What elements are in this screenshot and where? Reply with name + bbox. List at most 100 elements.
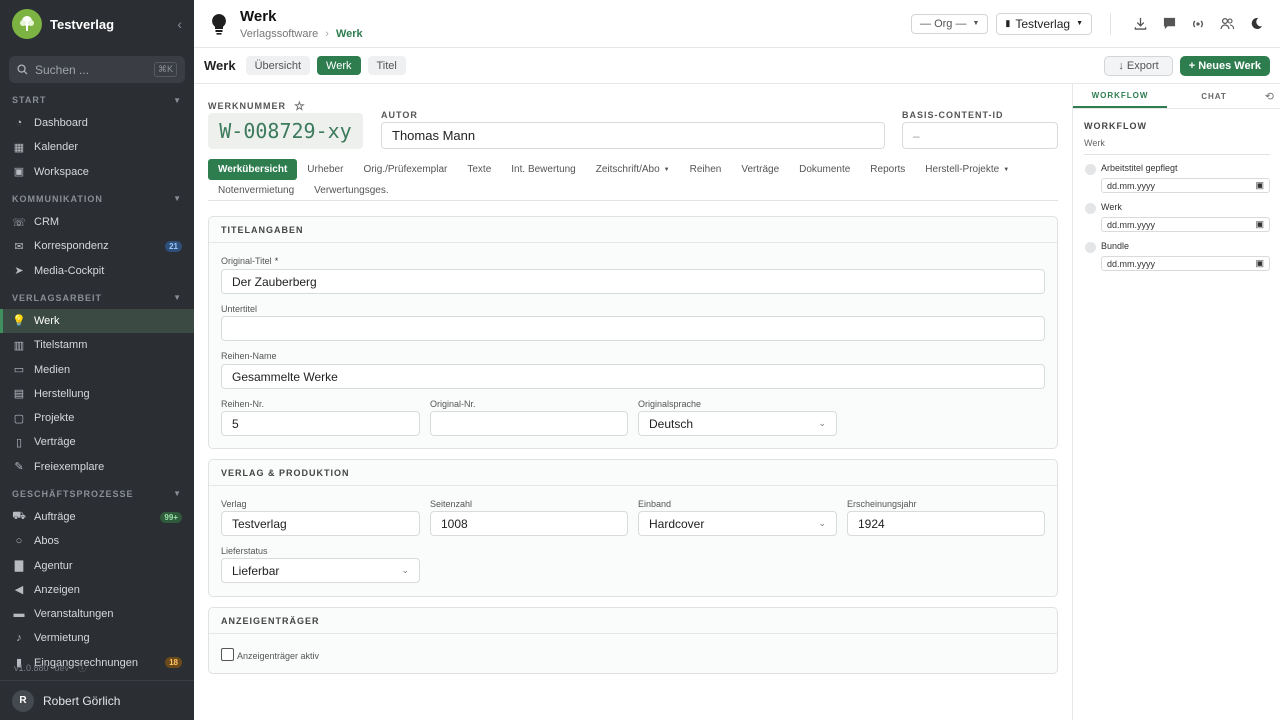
breadcrumb-parent[interactable]: Verlagssoftware [240,28,318,40]
panel-tabs: WORKFLOW CHAT ⟲ [1073,84,1280,109]
sidebar-item-korrespondenz[interactable]: ✉ Korrespondenz 21 [0,234,194,258]
collapse-sidebar-icon[interactable]: ‹ [177,16,182,32]
org-select[interactable]: — Org — ▼ [911,13,989,34]
user-menu[interactable]: R Robert Görlich [0,680,194,720]
originalsprache-select[interactable]: Deutsch ⌄ [638,411,837,436]
version-number: v1.0.880 [14,663,49,673]
erscheinungsjahr-field[interactable]: 1924 [847,511,1045,536]
title-master-icon: ▥ [13,339,25,352]
basis-content-id-field[interactable]: – [902,122,1058,149]
reihen-nr-field[interactable]: 5 [221,411,420,436]
calendar-icon[interactable]: ▣ [1255,180,1264,191]
sidebar-item-anzeigen[interactable]: ◀ Anzeigen [0,578,194,602]
events-icon: ▬ [13,608,25,621]
verlag-label: Verlag [221,499,247,509]
caret-down-icon: ▼ [1076,20,1083,27]
sidebar-item-label: Kalender [34,141,79,154]
sidebar-item-freiexemplare[interactable]: ✎ Freiexemplare [0,455,194,479]
new-werk-button[interactable]: + Neues Werk [1179,55,1270,76]
download-icon[interactable] [1130,14,1150,34]
subtab-urheber[interactable]: Urheber [297,159,353,180]
calendar-icon[interactable]: ▣ [1255,219,1264,230]
sidebar-item-label: Aufträge [34,511,76,523]
reihen-name-field[interactable]: Gesammelte Werke [221,364,1045,389]
date-placeholder: dd.mm.yyyy [1107,219,1156,230]
subtab-zeitschrift-abo[interactable]: Zeitschrift/Abo ▼ [586,159,680,180]
sidebar-item-label: Titelstamm [34,339,88,352]
lieferstatus-select[interactable]: Lieferbar ⌄ [221,558,420,583]
sidebar-item-label: Korrespondenz [34,240,109,253]
einband-label: Einband [638,499,672,509]
subtab-verwertungsges[interactable]: Verwertungsges. [304,180,399,201]
refresh-icon[interactable]: ⟲ [1265,90,1274,103]
sidebar-item-auftraege[interactable]: ⛟ Aufträge 99+ [0,505,194,529]
sidebar-item-vertraege[interactable]: ▯ Verträge [0,430,194,454]
sidebar-item-veranstaltungen[interactable]: ▬ Veranstaltungen [0,602,194,626]
subtab-notenvermietung[interactable]: Notenvermietung [208,180,304,201]
users-icon[interactable] [1217,14,1237,34]
seitenzahl-field[interactable]: 1008 [430,511,628,536]
section-title: VERLAGSARBEIT [12,292,103,303]
checkbox-box[interactable] [221,647,234,661]
autor-field[interactable]: Thomas Mann [381,122,885,149]
subtab-bewertung[interactable]: Int. Bewertung [501,159,585,180]
sidebar-item-abos[interactable]: ○ Abos [0,529,194,553]
sidebar-item-medien[interactable]: ▭ Medien [0,357,194,381]
sidebar-item-workspace[interactable]: ▣ Workspace [0,160,194,184]
original-nr-field[interactable] [430,411,628,436]
search-input[interactable]: Suchen ... ⌘K [9,56,185,83]
seitenzahl-label: Seitenzahl [430,499,473,509]
section-header[interactable]: KOMMUNIKATION ▼ [0,188,194,210]
subtab-texte[interactable]: Texte [457,159,501,180]
tenant-select[interactable]: ▮ Testverlag ▼ [996,12,1092,35]
original-titel-field[interactable]: Der Zauberberg [221,269,1045,294]
tab-uebersicht[interactable]: Übersicht [245,56,311,75]
einband-select[interactable]: Hardcover ⌄ [638,511,837,536]
subtab-reports[interactable]: Reports [860,159,915,180]
chat-icon[interactable] [1159,14,1179,34]
sidebar-item-werk[interactable]: 💡 Werk [0,308,194,334]
basis-content-id-label: BASIS-CONTENT-ID [902,110,1004,120]
page-toolbar: Werk Übersicht Werk Titel ↓ Export + Neu… [194,48,1280,84]
sidebar-item-vermietung[interactable]: ♪ Vermietung [0,626,194,650]
tree-logo-icon[interactable] [12,9,42,39]
tab-titel[interactable]: Titel [367,56,406,75]
subtab-dokumente[interactable]: Dokumente [789,159,860,180]
date-input[interactable]: dd.mm.yyyy ▣ [1101,256,1270,271]
date-input[interactable]: dd.mm.yyyy ▣ [1101,217,1270,232]
moon-icon[interactable] [1246,14,1266,34]
section-header[interactable]: VERLAGSARBEIT ▼ [0,287,194,309]
date-input[interactable]: dd.mm.yyyy ▣ [1101,178,1270,193]
info-icon[interactable]: ⓘ [78,663,87,673]
untertitel-field[interactable] [221,316,1045,341]
subtab-herstell-projekte[interactable]: Herstell-Projekte ▼ [915,159,1019,180]
subtab-reihen[interactable]: Reihen [680,159,732,180]
subtab-vertraege[interactable]: Verträge [731,159,789,180]
workflow-step-label: Bundle [1101,241,1130,251]
section-header[interactable]: START ▼ [0,89,194,111]
sidebar-item-crm[interactable]: ☏ CRM [0,210,194,234]
subtab-werkuebersicht[interactable]: Werkübersicht [208,159,298,180]
calendar-icon[interactable]: ▣ [1255,258,1264,269]
sidebar-item-projekte[interactable]: ▢ Projekte [0,406,194,430]
sidebar-item-kalender[interactable]: ▦ Kalender [0,135,194,159]
section-header[interactable]: GESCHÄFTSPROZESSE ▼ [0,483,194,505]
star-icon[interactable]: ☆ [294,99,306,113]
export-button[interactable]: ↓ Export [1104,55,1173,76]
sidebar-item-titelstamm[interactable]: ▥ Titelstamm [0,333,194,357]
user-name: Robert Görlich [43,693,121,708]
sidebar-item-agentur[interactable]: ▇ Agentur [0,553,194,577]
sidebar-item-label: Anzeigen [34,583,80,596]
broadcast-icon[interactable] [1188,14,1208,34]
subtab-pruefexemplar[interactable]: Orig./Prüfexemplar [353,159,457,180]
verlag-field[interactable]: Testverlag [221,511,420,536]
tab-workflow[interactable]: WORKFLOW [1073,84,1167,108]
anzeigentraeger-checkbox[interactable]: Anzeigenträger aktiv [221,647,319,661]
workspace-icon: ▣ [13,166,25,179]
sidebar-item-dashboard[interactable]: ◔ Dashboard [0,111,194,135]
sidebar-item-herstellung[interactable]: ▤ Herstellung [0,382,194,406]
app-header: Werk Verlagssoftware › Werk — Org — ▼ ▮ Test… [194,0,1280,48]
tab-chat[interactable]: CHAT [1167,84,1261,108]
sidebar-item-media-cockpit[interactable]: ➤ Media-Cockpit [0,258,194,282]
tab-werk[interactable]: Werk [317,56,361,75]
